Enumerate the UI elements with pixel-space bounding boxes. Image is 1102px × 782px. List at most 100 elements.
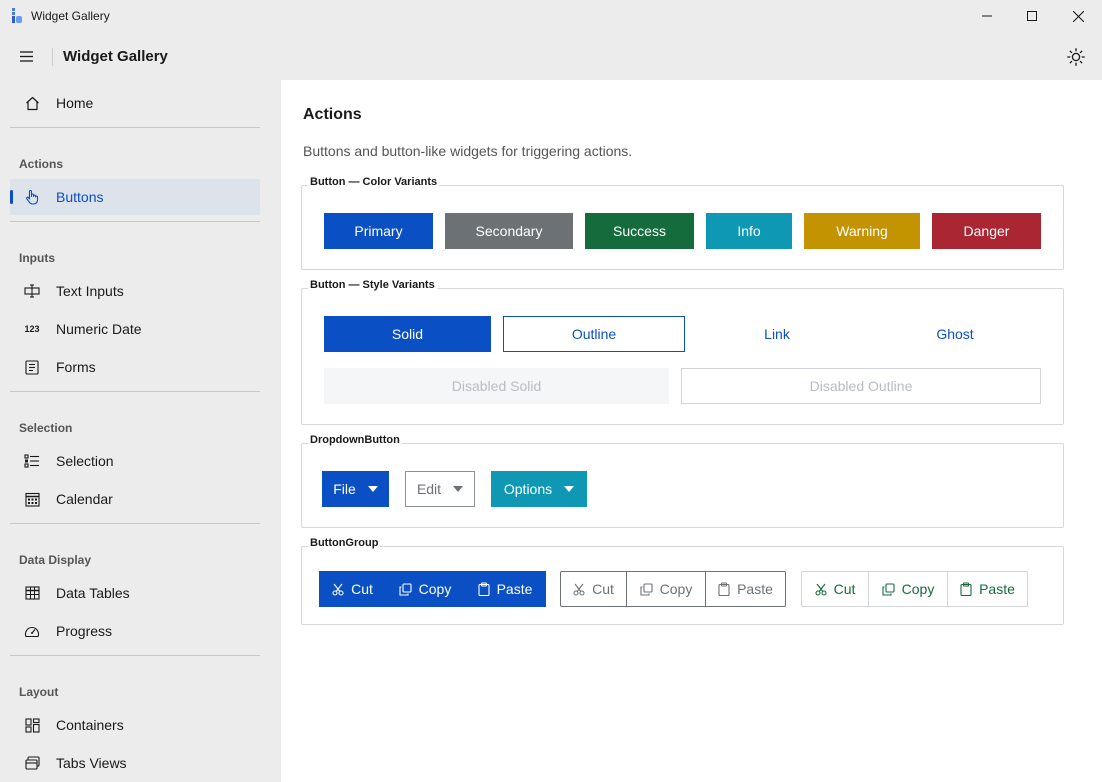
sidebar-item-label: Selection [56,453,114,469]
button-label: Copy [901,581,935,597]
window-title: Widget Gallery [31,9,110,23]
sidebar-item-text-inputs[interactable]: Text Inputs [10,273,260,309]
copy-button[interactable]: Copy [627,572,706,606]
success-button[interactable]: Success [585,213,694,249]
disabled-outline-button: Disabled Outline [681,368,1041,404]
page-title: Actions [303,106,362,123]
sidebar-item-tabs-views[interactable]: Tabs Views [10,745,260,781]
paste-button[interactable]: Paste [948,572,1027,606]
chevron-down-icon [453,486,464,492]
sidebar-item-label: Containers [56,717,124,733]
cut-button[interactable]: Cut [561,572,627,606]
button-label: Copy [659,581,693,597]
title-bar: Widget Gallery [0,0,1102,32]
warning-button[interactable]: Warning [804,213,920,249]
scissors-icon [332,583,344,596]
danger-button[interactable]: Danger [932,213,1041,249]
numeric-icon: 123 [22,321,42,337]
sidebar-item-calendar[interactable]: Calendar [10,481,260,517]
copy-icon [399,582,412,596]
paste-button[interactable]: Paste [706,572,785,606]
close-button[interactable] [1055,0,1101,32]
scissors-icon [815,583,827,596]
sidebar-item-selection[interactable]: Selection [10,443,260,479]
paste-button[interactable]: Paste [464,571,546,607]
sidebar-item-data-tables[interactable]: Data Tables [10,575,260,611]
minimize-button[interactable] [964,0,1010,32]
tabs-icon [24,755,40,771]
group-label: Button — Style Variants [308,279,437,291]
sidebar-item-label: Buttons [56,189,104,205]
sidebar-item-buttons[interactable]: Buttons [10,179,260,215]
dropdown-group: DropdownButton File Edit Options [301,434,1064,528]
sidebar-section-actions: Actions [19,157,64,171]
clipboard-icon [718,582,730,596]
form-icon [24,359,40,375]
layout-icon [24,717,40,733]
sidebar-divider [10,127,260,128]
sidebar-item-numeric-date[interactable]: 123 Numeric Date [10,311,260,347]
header-title: Widget Gallery [63,48,168,65]
secondary-button[interactable]: Secondary [445,213,573,249]
button-label: Paste [737,581,773,597]
sidebar-divider [10,655,260,656]
style-variants-group: Button — Style Variants Solid Outline Li… [301,279,1064,425]
scissors-icon [573,583,585,596]
options-dropdown-button[interactable]: Options [491,471,587,507]
info-button[interactable]: Info [706,213,792,249]
home-icon [24,95,40,111]
chevron-down-icon [367,486,378,492]
sidebar-divider [10,523,260,524]
sidebar-item-label: Calendar [56,491,113,507]
secondary-outline-button-group: Cut Copy Paste [560,571,786,607]
sidebar-section-inputs: Inputs [19,251,55,265]
solid-button[interactable]: Solid [324,316,491,352]
sidebar-section-layout: Layout [19,685,59,699]
sidebar-item-progress[interactable]: Progress [10,613,260,649]
menu-toggle-button[interactable] [14,44,38,68]
edit-dropdown-button[interactable]: Edit [405,471,475,507]
pointer-hand-icon [24,189,40,205]
sidebar-item-label: Forms [56,359,96,375]
group-label: DropdownButton [308,434,402,446]
sidebar: Home Actions Buttons Inputs Text Inputs … [0,80,281,782]
cut-button[interactable]: Cut [802,572,869,606]
sidebar-item-containers[interactable]: Containers [10,707,260,743]
button-group-section: ButtonGroup Cut Copy Paste Cut Copy Past… [301,537,1064,625]
primary-button[interactable]: Primary [324,213,433,249]
numeric-icon-text: 123 [24,324,40,334]
calendar-icon [24,491,40,507]
copy-button[interactable]: Copy [386,571,464,607]
sidebar-item-home[interactable]: Home [10,85,260,121]
sidebar-divider [10,391,260,392]
button-label: Copy [418,581,452,597]
link-button[interactable]: Link [697,316,857,352]
ghost-button[interactable]: Ghost [869,316,1041,352]
dropdown-label: Options [503,481,553,497]
button-label: Cut [351,581,373,597]
button-label: Cut [833,581,856,597]
sidebar-item-forms[interactable]: Forms [10,349,260,385]
disabled-solid-button: Disabled Solid [324,368,669,404]
minimize-icon [982,15,992,17]
maximize-button[interactable] [1009,0,1055,32]
dropdown-label: Edit [416,481,442,497]
sidebar-divider [10,221,260,222]
file-dropdown-button[interactable]: File [322,471,389,507]
theme-toggle-button[interactable] [1064,45,1088,69]
outline-button[interactable]: Outline [503,316,685,352]
copy-button[interactable]: Copy [869,572,948,606]
app-header: Widget Gallery [0,32,1102,80]
clipboard-icon [960,582,972,596]
table-icon [24,585,40,601]
success-ghost-button-group: Cut Copy Paste [801,571,1028,607]
color-variants-group: Button — Color Variants Primary Secondar… [301,176,1064,270]
group-label: ButtonGroup [308,537,381,549]
page-description: Buttons and button-like widgets for trig… [303,143,633,159]
sidebar-section-data-display: Data Display [19,553,92,567]
button-label: Paste [496,581,533,597]
main-content: Actions Buttons and button-like widgets … [281,80,1102,782]
sidebar-item-label: Tabs Views [56,755,127,771]
sidebar-item-label: Data Tables [56,585,130,601]
cut-button[interactable]: Cut [319,571,386,607]
